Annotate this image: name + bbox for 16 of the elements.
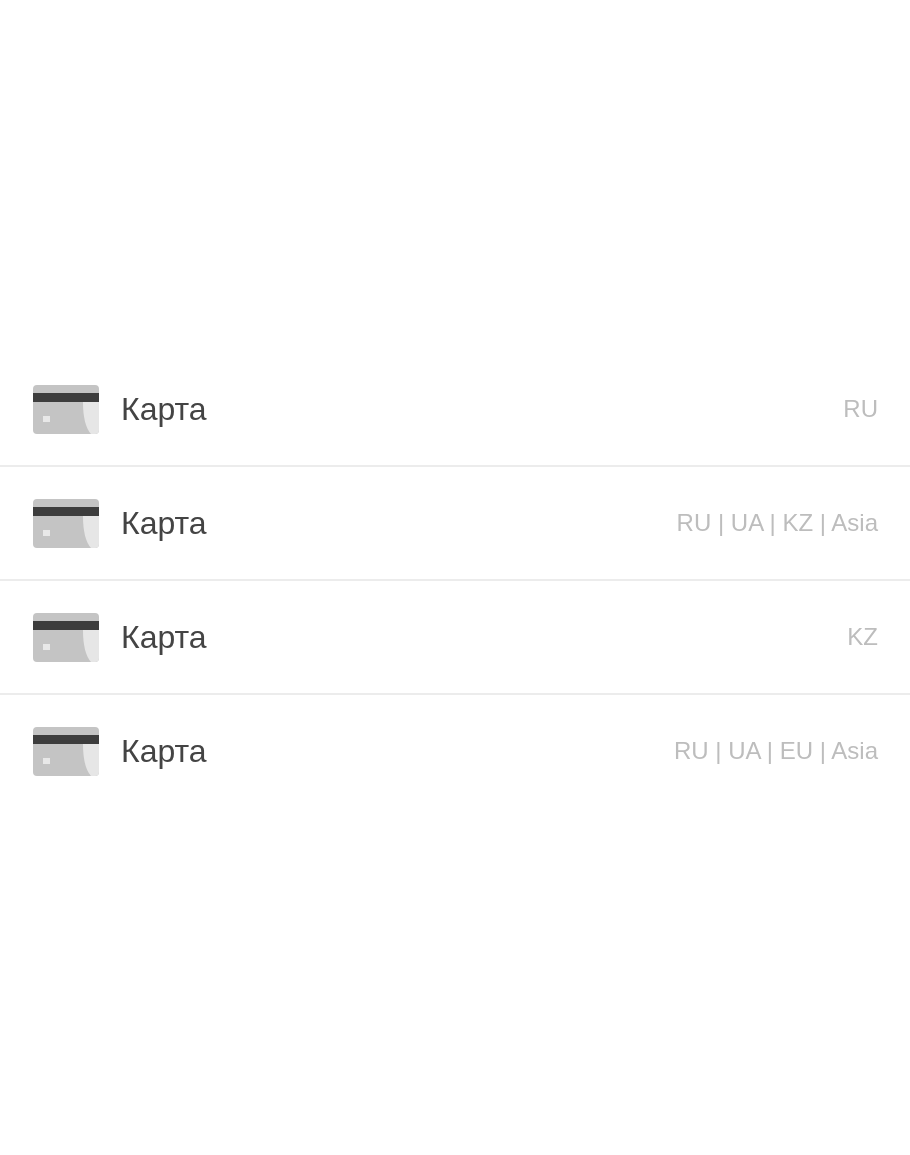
credit-card-icon <box>33 726 99 776</box>
payment-method-label: Карта <box>121 390 207 428</box>
region-list: RU <box>843 395 878 423</box>
payment-method-row[interactable]: Карта KZ <box>0 581 910 695</box>
payment-method-label: Карта <box>121 732 207 770</box>
payment-method-label: Карта <box>121 618 207 656</box>
payment-method-row[interactable]: Карта RU | UA | KZ | Asia <box>0 467 910 581</box>
payment-method-row[interactable]: Карта RU | UA | EU | Asia <box>0 695 910 807</box>
payment-method-label: Карта <box>121 504 207 542</box>
region-list: RU | UA | KZ | Asia <box>676 509 878 537</box>
credit-card-icon <box>33 612 99 662</box>
region-list: RU | UA | EU | Asia <box>673 737 878 765</box>
credit-card-icon <box>33 384 99 434</box>
credit-card-icon <box>33 498 99 548</box>
region-list: KZ <box>847 623 878 651</box>
payment-method-row[interactable]: Карта RU <box>0 353 910 467</box>
